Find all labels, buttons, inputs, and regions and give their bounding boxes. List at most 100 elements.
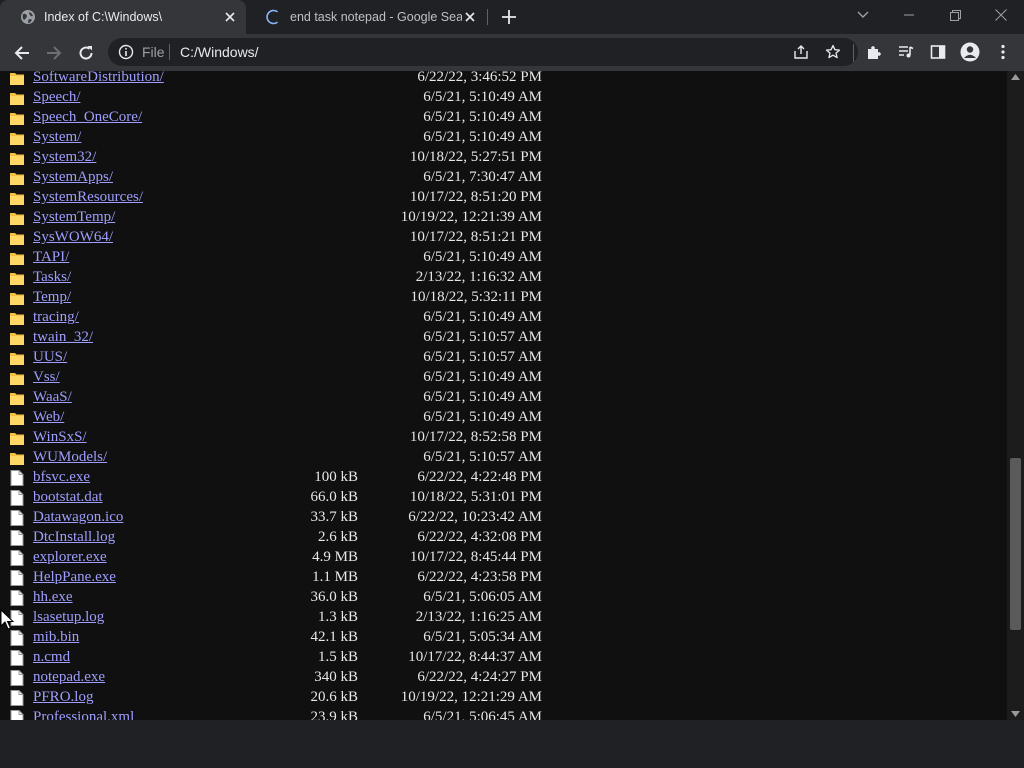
folder-row: SystemResources/10/17/22, 8:51:20 PM <box>0 188 1007 208</box>
entry-date: 6/5/21, 5:10:57 AM <box>423 449 542 465</box>
scrollbar-thumb[interactable] <box>1010 458 1021 630</box>
file-icon <box>10 690 24 706</box>
entry-link[interactable]: PFRO.log <box>33 689 93 706</box>
entry-link[interactable]: tracing/ <box>33 309 79 326</box>
restore-icon[interactable] <box>932 0 978 30</box>
window-bottom-area <box>0 720 1024 768</box>
entry-link[interactable]: WinSxS/ <box>33 429 87 446</box>
entry-link[interactable]: n.cmd <box>33 649 70 666</box>
entry-link[interactable]: bootstat.dat <box>33 489 103 506</box>
entry-link[interactable]: TAPI/ <box>33 249 69 266</box>
entry-link[interactable]: mib.bin <box>33 629 79 646</box>
folder-icon <box>10 71 24 86</box>
file-row: bootstat.dat 66.0 kB 10/18/22, 5:31:01 PM <box>0 488 1007 508</box>
entry-link[interactable]: UUS/ <box>33 349 67 366</box>
entry-link[interactable]: SystemTemp/ <box>33 209 115 226</box>
entry-link[interactable]: Tasks/ <box>33 269 71 286</box>
entry-link[interactable]: System32/ <box>33 149 96 166</box>
menu-kebab-icon[interactable] <box>989 38 1017 66</box>
vertical-scrollbar[interactable] <box>1007 71 1024 720</box>
close-tab-icon[interactable] <box>462 9 478 25</box>
entry-date: 2/13/22, 1:16:32 AM <box>415 269 542 285</box>
entry-date: 6/5/21, 5:10:49 AM <box>423 369 542 385</box>
entry-link[interactable]: SystemApps/ <box>33 169 113 186</box>
profile-avatar-icon[interactable] <box>956 38 984 66</box>
folder-icon <box>10 190 24 206</box>
entry-link[interactable]: SoftwareDistribution/ <box>33 71 164 86</box>
extensions-icon[interactable] <box>860 38 888 66</box>
entry-link[interactable]: Web/ <box>33 409 64 426</box>
file-row: DtcInstall.log 2.6 kB 6/22/22, 4:32:08 PM <box>0 528 1007 548</box>
scroll-up-arrow-icon[interactable] <box>1011 74 1020 80</box>
file-row: n.cmd 1.5 kB 10/17/22, 8:44:37 AM <box>0 648 1007 668</box>
new-tab-icon[interactable] <box>499 7 519 27</box>
entry-link[interactable]: Speech_OneCore/ <box>33 109 142 126</box>
entry-link[interactable]: Speech/ <box>33 89 80 106</box>
bookmark-star-icon[interactable] <box>825 44 841 60</box>
close-window-icon[interactable] <box>978 0 1024 30</box>
entry-date: 10/17/22, 8:51:20 PM <box>409 189 542 205</box>
scheme-label: File <box>142 44 165 60</box>
entry-date: 10/17/22, 8:51:21 PM <box>409 229 542 245</box>
entry-link[interactable]: System/ <box>33 129 81 146</box>
entry-size: 1.5 kB <box>317 649 358 665</box>
tab-index-of-windows[interactable]: Index of C:\Windows\ <box>0 0 246 34</box>
tab-strip: Index of C:\Windows\ end task notepad - … <box>0 0 1024 34</box>
entry-size: 66.0 kB <box>310 489 358 505</box>
entry-date: 10/17/22, 8:52:58 PM <box>409 429 542 445</box>
page-viewport: SoftwareDistribution/6/22/22, 3:46:52 PM… <box>0 71 1007 720</box>
address-divider <box>169 44 170 60</box>
folder-row: Temp/10/18/22, 5:32:11 PM <box>0 288 1007 308</box>
entry-link[interactable]: WUModels/ <box>33 449 107 466</box>
entry-link[interactable]: Professional.xml <box>33 709 134 720</box>
entry-link[interactable]: WaaS/ <box>33 389 72 406</box>
entry-link[interactable]: Datawagon.ico <box>33 509 123 526</box>
entry-date: 6/5/21, 5:06:45 AM <box>423 709 542 720</box>
entry-link[interactable]: SystemResources/ <box>33 189 143 206</box>
file-row: explorer.exe 4.9 MB 10/17/22, 8:45:44 PM <box>0 548 1007 568</box>
forward-icon[interactable] <box>40 39 68 67</box>
entry-link[interactable]: Vss/ <box>33 369 60 386</box>
media-control-icon[interactable] <box>892 38 920 66</box>
folder-row: SoftwareDistribution/6/22/22, 3:46:52 PM <box>0 71 1007 88</box>
entry-date: 6/5/21, 5:10:57 AM <box>423 349 542 365</box>
file-icon <box>10 590 24 606</box>
entry-date: 6/5/21, 5:10:49 AM <box>423 389 542 405</box>
entry-link[interactable]: bfsvc.exe <box>33 469 90 486</box>
entry-link[interactable]: HelpPane.exe <box>33 569 116 586</box>
share-icon[interactable] <box>793 44 809 60</box>
entry-date: 6/5/21, 5:06:05 AM <box>423 589 542 605</box>
folder-row: WaaS/6/5/21, 5:10:49 AM <box>0 388 1007 408</box>
entry-link[interactable]: SysWOW64/ <box>33 229 113 246</box>
entry-link[interactable]: Temp/ <box>33 289 71 306</box>
entry-size: 1.3 kB <box>317 609 358 625</box>
entry-link[interactable]: DtcInstall.log <box>33 529 115 546</box>
scroll-down-arrow-icon[interactable] <box>1011 711 1020 717</box>
back-icon[interactable] <box>8 39 36 67</box>
entry-link[interactable]: explorer.exe <box>33 549 107 566</box>
entry-date: 2/13/22, 1:16:25 AM <box>415 609 542 625</box>
folder-row: WUModels/6/5/21, 5:10:57 AM <box>0 448 1007 468</box>
folder-row: Tasks/2/13/22, 1:16:32 AM <box>0 268 1007 288</box>
close-tab-icon[interactable] <box>222 9 238 25</box>
entry-link[interactable]: notepad.exe <box>33 669 105 686</box>
reload-icon[interactable] <box>72 39 100 67</box>
entry-date: 6/5/21, 5:10:49 AM <box>423 309 542 325</box>
tab-google-search[interactable]: end task notepad - Google Search <box>246 0 486 34</box>
tab-search-icon[interactable] <box>840 0 886 30</box>
entry-link[interactable]: lsasetup.log <box>33 609 104 626</box>
info-icon[interactable] <box>118 44 134 60</box>
url-text[interactable]: C:/Windows/ <box>180 44 259 60</box>
file-icon <box>10 710 24 720</box>
folder-icon <box>10 110 24 126</box>
entry-link[interactable]: twain_32/ <box>33 329 93 346</box>
entry-date: 6/22/22, 4:22:48 PM <box>417 469 542 485</box>
entry-link[interactable]: hh.exe <box>33 589 73 606</box>
folder-row: tracing/6/5/21, 5:10:49 AM <box>0 308 1007 328</box>
address-bar[interactable]: File C:/Windows/ <box>108 38 858 66</box>
side-panel-icon[interactable] <box>924 38 952 66</box>
folder-row: WinSxS/10/17/22, 8:52:58 PM <box>0 428 1007 448</box>
mouse-cursor-icon <box>0 609 14 630</box>
minimize-icon[interactable] <box>886 0 932 30</box>
folder-row: SysWOW64/10/17/22, 8:51:21 PM <box>0 228 1007 248</box>
